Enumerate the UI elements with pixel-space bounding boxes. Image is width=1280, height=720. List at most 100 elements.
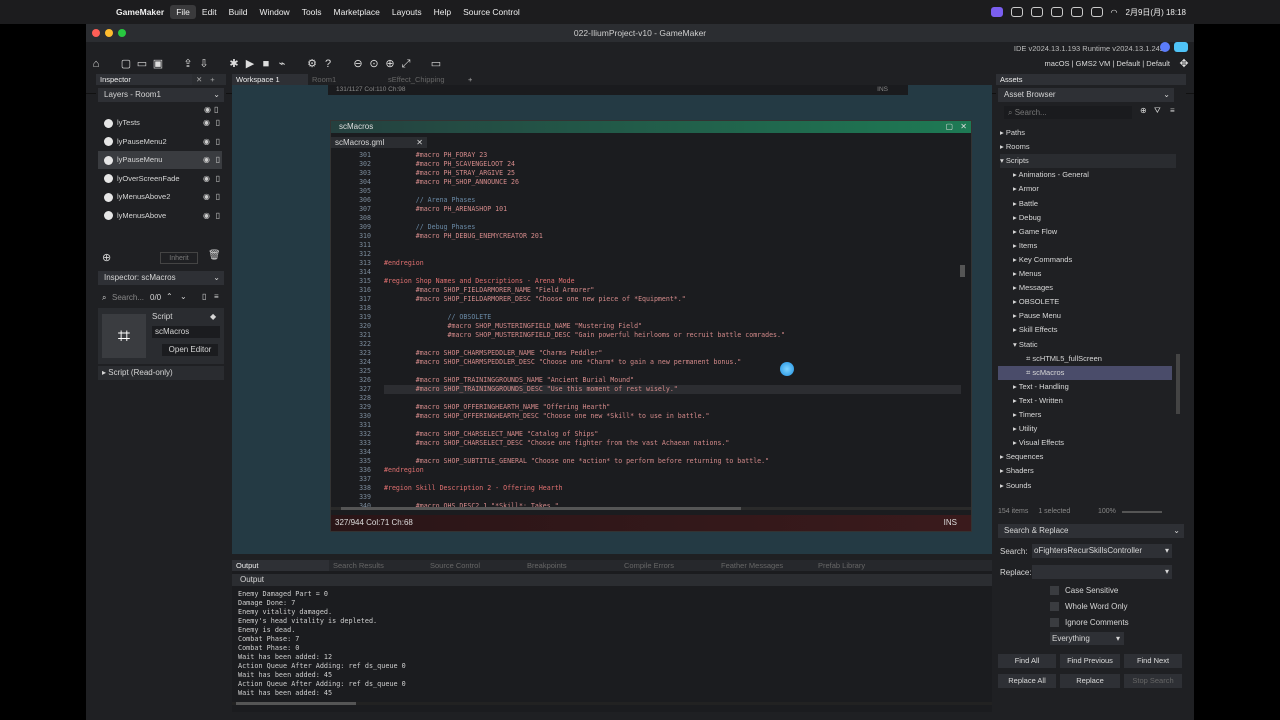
search-field[interactable]: oFightersRecurSkillsController ▾ [1032, 544, 1172, 558]
menu-app[interactable]: GameMaker [110, 5, 170, 19]
code-line[interactable]: #macro PH_STRAY_ARGIVE 25 [384, 169, 515, 178]
menu-build[interactable]: Build [223, 5, 254, 19]
horizontal-scrollbar[interactable] [331, 507, 971, 510]
case-sensitive-option[interactable]: Case Sensitive [1050, 586, 1118, 596]
window-mode-icon[interactable]: ▭ [430, 58, 442, 70]
lock-icon[interactable]: ▯ [216, 188, 220, 206]
target-icon[interactable]: ✥ [1178, 58, 1190, 70]
asset-item[interactable]: ▸ Menus [1013, 267, 1176, 281]
asset-item[interactable]: ▸ Debug [1013, 211, 1176, 225]
home-icon[interactable]: ⌂ [90, 58, 102, 70]
find-all-button[interactable]: Find All [998, 654, 1056, 668]
battery-icon[interactable] [1090, 7, 1103, 17]
eye-icon[interactable]: ◉ [203, 133, 210, 151]
trash-icon[interactable]: 🗑 [208, 250, 221, 261]
asset-tree[interactable]: ▸ Paths ▸ Rooms ▾ Scripts ▸ Animations - Ge… [996, 126, 1176, 500]
settings-icon[interactable]: ⚙ [306, 58, 318, 70]
find-next-button[interactable]: Find Next [1124, 654, 1182, 668]
asset-item[interactable]: ▸ Shaders [1000, 464, 1176, 478]
status-icon[interactable] [1010, 7, 1023, 17]
target-selector[interactable]: macOS | GMS2 VM | Default | Default [1045, 59, 1170, 68]
code-line[interactable]: #macro SHOP_FIELDARMORER_NAME "Field Arm… [384, 286, 595, 295]
menu-help[interactable]: Help [428, 5, 457, 19]
asset-item[interactable]: ▸ Game Flow [1013, 225, 1176, 239]
asset-item[interactable]: ⌗ scMacros [998, 365, 1172, 380]
asset-item[interactable]: ▸ OBSOLETE [1013, 295, 1176, 309]
import-icon[interactable]: ⇩ [198, 58, 210, 70]
add-tab-icon[interactable]: + [464, 74, 476, 85]
add-asset-icon[interactable]: ⊕ [1140, 106, 1147, 115]
code-line[interactable]: #macro PH_SCAVENGELOOT 24 [384, 160, 515, 169]
code-line[interactable]: #macro SHOP_SUBTITLE_GENERAL "Choose one… [384, 457, 769, 466]
add-layer-icon[interactable]: ⊕ [102, 251, 111, 264]
lock-icon[interactable]: ▯ [216, 133, 220, 151]
ignore-comments-option[interactable]: Ignore Comments [1050, 618, 1129, 628]
code-line[interactable]: #macro SHOP_CHARMSPEDDLER_DESC "Choose o… [384, 358, 742, 367]
layer-visibility-dot[interactable] [104, 118, 113, 128]
cloud-icon[interactable] [1174, 42, 1188, 52]
vertical-scrollbar[interactable] [960, 265, 965, 277]
code-line[interactable]: #macro SHOP_MUSTERINGFIELD_NAME "Musteri… [384, 322, 643, 331]
run-icon[interactable]: ▶ [244, 58, 256, 70]
clean-icon[interactable]: ⌁ [276, 58, 288, 70]
layers-dropdown[interactable]: Layers - Room1 ⌄ [98, 88, 224, 102]
code-line[interactable]: // OBSOLETE [384, 313, 492, 322]
asset-item[interactable]: ▸ Battle [1013, 197, 1176, 211]
menu-source-control[interactable]: Source Control [457, 5, 526, 19]
scope-dropdown[interactable]: Everything ▾ [1050, 632, 1124, 645]
maximize-icon[interactable]: ▢ [945, 121, 953, 133]
code-line[interactable]: #macro SHOP_CHARSELECT_NAME "Catalog of … [384, 430, 599, 439]
menu-layouts[interactable]: Layouts [386, 5, 428, 19]
code-line[interactable]: #endregion [384, 466, 424, 475]
zoom-in-icon[interactable]: ⊕ [384, 58, 396, 70]
layer-item[interactable]: lyOverScreenFade ◉ ▯ [104, 170, 222, 188]
user-avatar-icon[interactable] [1160, 42, 1170, 52]
code-line[interactable]: #macro SHOP_OFFERINGHEARTH_NAME "Offerin… [384, 403, 611, 412]
checkbox[interactable] [1050, 602, 1059, 612]
tag-icon[interactable]: ◆ [210, 312, 216, 321]
asset-item[interactable]: ▸ Pause Menu [1013, 309, 1176, 323]
status-icon[interactable] [1030, 7, 1043, 17]
lock-icon[interactable]: ▯ [202, 292, 206, 301]
close-icon[interactable]: ✕ [960, 121, 967, 133]
close-window-button[interactable] [92, 29, 100, 37]
replace-all-button[interactable]: Replace All [998, 674, 1056, 688]
chevron-down-icon[interactable]: ⌄ [180, 292, 187, 301]
output-tab[interactable]: Output [232, 560, 329, 571]
code-line[interactable]: #macro PH_FORAY 23 [384, 151, 487, 160]
layer-visibility-dot[interactable] [104, 211, 113, 221]
replace-button[interactable]: Replace [1060, 674, 1120, 688]
asset-item[interactable]: ▸ Text - Handling [1013, 380, 1176, 394]
eye-icon[interactable]: ◉ [203, 207, 210, 225]
close-tab-icon[interactable]: ✕ [192, 74, 206, 85]
asset-item[interactable]: ▸ Armor [1013, 182, 1176, 196]
asset-item[interactable]: ⌗ scHTML5_fullScreen [1026, 352, 1176, 366]
lock-icon[interactable]: ▯ [216, 151, 220, 169]
layer-visibility-dot[interactable] [104, 192, 113, 202]
output-tab[interactable]: Feather Messages [717, 560, 814, 571]
eye-icon[interactable]: ◉ [203, 188, 210, 206]
asset-item[interactable]: ▸ Skill Effects [1013, 323, 1176, 337]
layer-item[interactable]: lyPauseMenu2 ◉ ▯ [104, 133, 222, 151]
code-line[interactable]: #macro SHOP_TRAININGGROUNDS_NAME "Ancien… [384, 376, 634, 385]
whole-word-option[interactable]: Whole Word Only [1050, 602, 1128, 612]
chevron-up-icon[interactable]: ⌃ [166, 292, 173, 301]
inspector-search-input[interactable]: Search... [112, 293, 144, 302]
output-tab[interactable]: Search Results [329, 560, 426, 571]
zoom-slider[interactable] [1122, 511, 1162, 513]
lock-icon[interactable]: ▯ [216, 170, 220, 188]
menu-edit[interactable]: Edit [196, 5, 223, 19]
asset-item[interactable]: ▾ Scripts [1000, 154, 1176, 169]
code-line[interactable]: #macro SHOP_CHARMSPEDDLER_NAME "Charms P… [384, 349, 603, 358]
open-icon[interactable]: ▭ [136, 58, 148, 70]
asset-item[interactable]: ▸ Sequences [1000, 450, 1176, 464]
replace-field[interactable]: ▾ [1032, 565, 1172, 579]
debug-icon[interactable]: ✱ [228, 58, 240, 70]
tab-room1[interactable]: Room1 [308, 74, 384, 85]
asset-item[interactable]: ▸ Rooms [1000, 140, 1176, 154]
layer-item[interactable]: lyMenusAbove ◉ ▯ [104, 207, 222, 225]
file-tab[interactable]: scMacros.gml ✕ [331, 137, 427, 148]
eye-icon[interactable]: ◉ [203, 114, 210, 132]
layer-item[interactable]: lyPauseMenu ◉ ▯ [98, 151, 222, 169]
menu-file[interactable]: File [170, 5, 196, 19]
